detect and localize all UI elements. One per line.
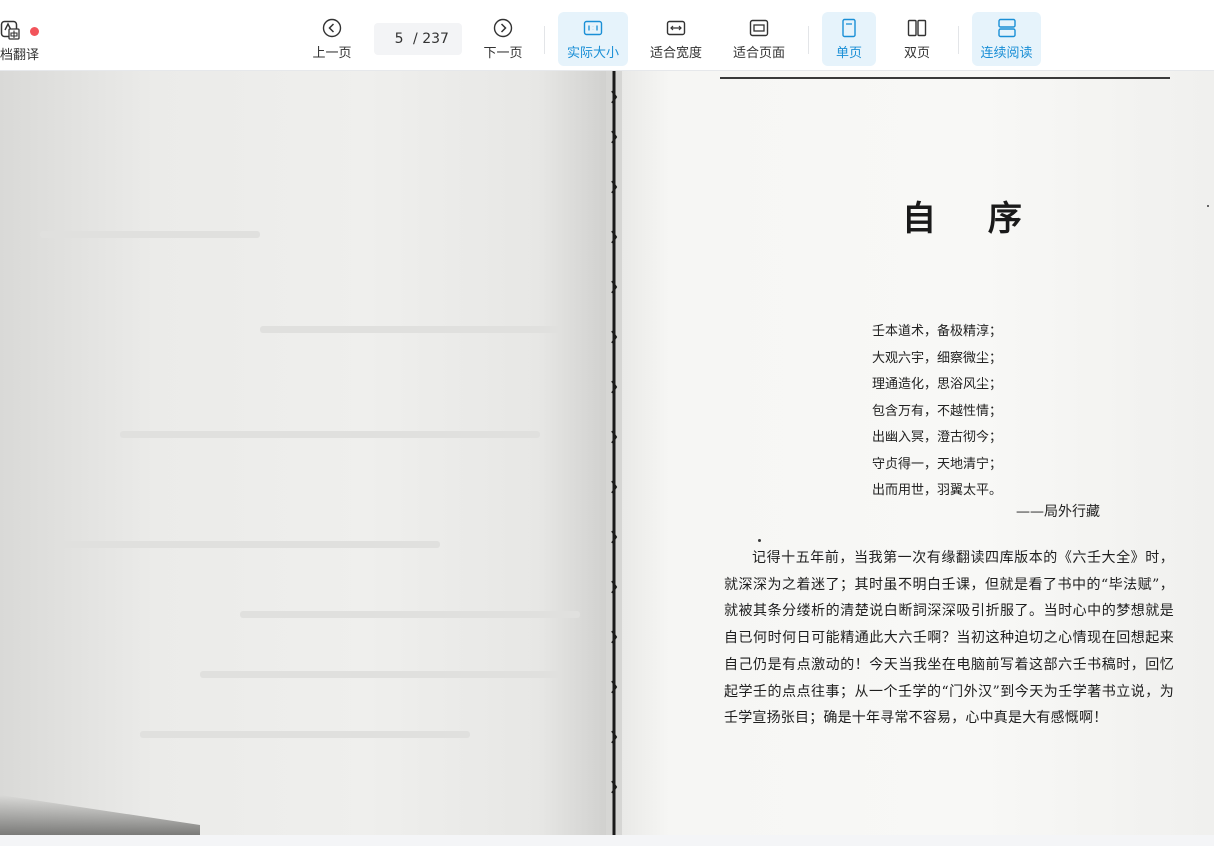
left-page-scan — [0, 71, 612, 835]
page-indicator: / 237 — [374, 23, 462, 55]
poem-line: 守贞得一，天地清宁； — [872, 456, 1003, 472]
scan-speck — [1207, 205, 1209, 207]
prev-page-button[interactable]: 上一页 — [306, 12, 358, 66]
translate-icon — [0, 20, 20, 40]
scan-speck — [758, 539, 761, 542]
actual-size-icon — [583, 20, 603, 36]
single-page-button[interactable]: 单页 — [822, 12, 876, 66]
next-page-label: 下一页 — [483, 46, 523, 61]
chevron-right-circle-icon — [493, 18, 513, 38]
fit-page-label: 适合页面 — [732, 46, 785, 61]
bleed-through-line — [60, 541, 440, 548]
continuous-reading-button[interactable]: 连续阅读 — [972, 12, 1041, 66]
continuous-reading-label: 连续阅读 — [980, 46, 1033, 61]
book-spine-binding — [606, 71, 622, 835]
preface-title: 自 序 — [902, 199, 1042, 239]
bleed-through-line — [200, 671, 560, 678]
poem-line: 大观六宇，细察微尘； — [872, 350, 1003, 366]
poem-line: 理通造化，思浴风尘； — [872, 377, 1003, 392]
page-total: / 237 — [413, 31, 449, 47]
double-page-icon — [907, 19, 927, 37]
bleed-through-line — [120, 431, 540, 438]
bleed-through-line — [240, 611, 580, 618]
double-page-label: 双页 — [903, 46, 930, 61]
document-viewport[interactable]: 自 序 壬本道术，备极精淳； 大观六宇，细察微尘； 理通造化，思浴风尘； 包含万… — [0, 71, 1214, 835]
single-page-icon — [842, 18, 856, 38]
page-number-input[interactable] — [387, 31, 412, 47]
preface-paragraph: 记得十五年前，当我第一次有缘翻读四库版本的《六壬大全》时，就深深为之着迷了；其时… — [724, 550, 1174, 727]
prev-page-label: 上一页 — [312, 46, 352, 61]
poem-line: 包含万有，不越性情； — [872, 403, 1003, 419]
single-page-label: 单页 — [835, 46, 862, 61]
bleed-through-line — [140, 731, 470, 738]
next-page-button[interactable]: 下一页 — [477, 12, 529, 66]
viewer-bottom-strip — [0, 835, 1214, 846]
fit-page-button[interactable]: 适合页面 — [725, 12, 793, 66]
poem-signature: ——局外行藏 — [1016, 504, 1100, 520]
double-page-button[interactable]: 双页 — [890, 12, 944, 66]
page-header-rule — [720, 77, 1170, 79]
poem-line: 壬本道术，备极精淳； — [872, 324, 1003, 339]
notification-dot — [30, 27, 39, 36]
fit-page-icon — [749, 19, 769, 37]
toolbar-divider — [544, 26, 545, 54]
document-translate-button[interactable]: 档翻译 — [0, 14, 50, 64]
continuous-scroll-icon — [997, 18, 1016, 38]
toolbar-divider — [808, 26, 809, 54]
bleed-through-line — [260, 326, 560, 333]
reader-toolbar: 档翻译 上一页 / 237 下一页 实际大小 适合宽度 — [0, 0, 1214, 71]
actual-size-label: 实际大小 — [566, 46, 619, 61]
actual-size-button[interactable]: 实际大小 — [558, 12, 628, 66]
preface-poem: 壬本道术，备极精淳； 大观六宇，细察微尘； 理通造化，思浴风尘； 包含万有，不越… — [872, 319, 1002, 505]
fit-width-icon — [666, 20, 686, 36]
poem-line: 出幽入冥，澄古彻今； — [872, 430, 1003, 445]
right-page-scan: 自 序 壬本道术，备极精淳； 大观六宇，细察微尘； 理通造化，思浴风尘； 包含万… — [622, 71, 1214, 835]
toolbar-divider — [958, 26, 959, 54]
fit-width-label: 适合宽度 — [649, 46, 702, 61]
translate-label: 档翻译 — [0, 48, 40, 63]
page-curl-shadow — [0, 795, 200, 835]
chevron-left-circle-icon — [322, 18, 342, 38]
poem-line: 出而用世，羽翼太平。 — [872, 483, 1003, 498]
bleed-through-line — [40, 231, 260, 238]
fit-width-button[interactable]: 适合宽度 — [642, 12, 710, 66]
